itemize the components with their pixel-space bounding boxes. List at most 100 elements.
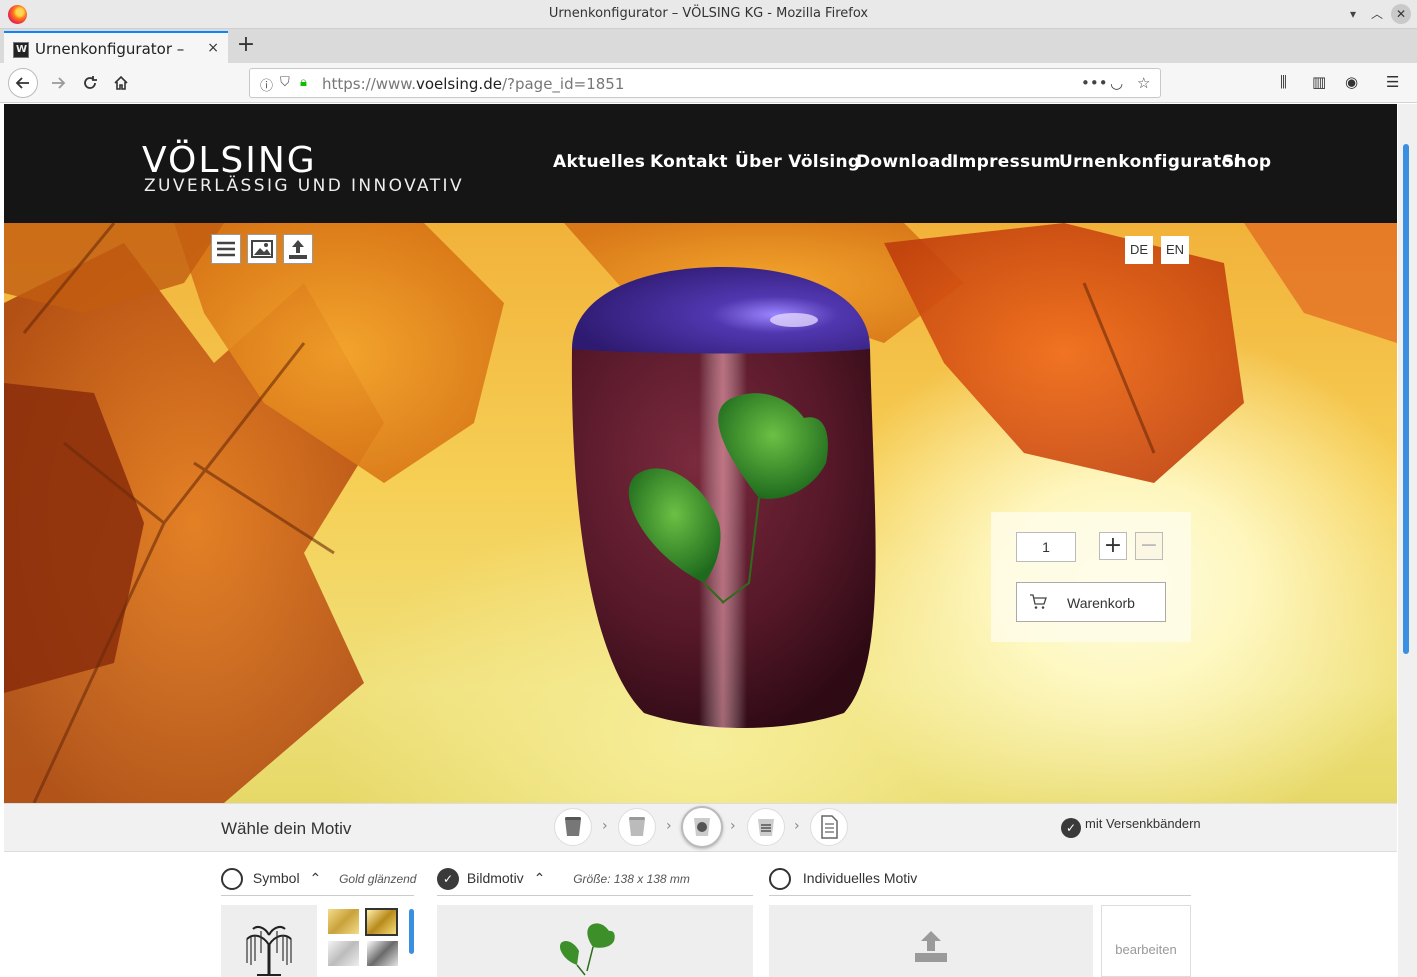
- divider: [437, 895, 753, 896]
- step-motif[interactable]: [681, 806, 723, 848]
- step-arrow-icon: ›: [602, 818, 608, 834]
- increase-quantity-button[interactable]: +: [1099, 532, 1127, 560]
- site-logo[interactable]: VÖLSING: [142, 140, 317, 181]
- page-viewport: VÖLSING ZUVERLÄSSIG UND INNOVATIV Aktuel…: [4, 104, 1397, 977]
- account-icon[interactable]: ◉: [1345, 73, 1358, 91]
- menu-item-shop[interactable]: Shop: [1222, 152, 1271, 172]
- ginkgo-motif-thumbnail: [559, 923, 615, 976]
- cart-panel: 1 + − Warenkorb: [991, 512, 1191, 642]
- reload-button[interactable]: [75, 68, 105, 98]
- menu-item-download[interactable]: Download: [856, 152, 953, 172]
- swatch-gold-glaenzend[interactable]: [365, 908, 398, 936]
- info-icon[interactable]: ⓘ: [260, 75, 273, 94]
- minimize-icon[interactable]: ▾: [1343, 4, 1363, 24]
- upload-icon[interactable]: [283, 234, 313, 264]
- reload-icon: [84, 76, 97, 89]
- bildmotiv-size-label: Größe: 138 x 138 mm: [573, 871, 690, 886]
- page-scrollbar[interactable]: [1398, 104, 1417, 977]
- background-image-icon[interactable]: [247, 234, 277, 264]
- window-title: Urnenkonfigurator – VÖLSING KG - Mozilla…: [548, 6, 869, 21]
- tab-strip: Urnenkonfigurator – × +: [0, 29, 1417, 63]
- step-arrow-icon: ›: [794, 818, 800, 834]
- cart-button-label: Warenkorb: [1067, 595, 1135, 611]
- step-urn-color[interactable]: [618, 808, 656, 846]
- menu-item-impressum[interactable]: Impressum: [952, 152, 1061, 172]
- lock-icon[interactable]: 🔒︎: [300, 75, 307, 90]
- upload-icon: [915, 931, 947, 962]
- chevron-up-icon[interactable]: ⌃: [309, 870, 321, 886]
- back-button[interactable]: [8, 68, 38, 98]
- bildmotiv-label: Bildmotiv: [466, 869, 524, 886]
- step-summary[interactable]: [810, 808, 848, 846]
- quantity-input[interactable]: 1: [1016, 532, 1076, 562]
- versenkbaender-checkbox[interactable]: ✓ mit Versenkbändern: [1061, 816, 1201, 838]
- arrow-left-icon: [15, 77, 29, 89]
- site-header: VÖLSING ZUVERLÄSSIG UND INNOVATIV Aktuel…: [4, 104, 1397, 223]
- option-individuelles-motiv[interactable]: Individuelles Motiv: [769, 868, 917, 890]
- lang-en-button[interactable]: EN: [1161, 236, 1189, 264]
- page-actions-icon[interactable]: •••: [1081, 74, 1108, 92]
- maximize-icon[interactable]: ︿: [1367, 4, 1387, 24]
- tab-urnenkonfigurator[interactable]: Urnenkonfigurator – ×: [4, 31, 228, 63]
- option-symbol[interactable]: Symbol ⌃ Gold glänzend: [221, 868, 416, 890]
- tab-title: Urnenkonfigurator –: [35, 40, 185, 58]
- shield-icon[interactable]: ⛉: [280, 75, 290, 90]
- arrow-right-icon: [52, 77, 66, 89]
- decrease-quantity-button[interactable]: −: [1135, 532, 1163, 560]
- individuell-upload-area[interactable]: [769, 905, 1093, 977]
- close-window-icon[interactable]: ✕: [1391, 4, 1411, 24]
- step-urn-shape[interactable]: [554, 808, 592, 846]
- new-tab-button[interactable]: +: [234, 33, 258, 57]
- chevron-up-icon[interactable]: ⌃: [534, 870, 546, 886]
- swatch-silver-glaenzend[interactable]: [367, 941, 398, 966]
- divider: [769, 895, 1191, 896]
- home-button[interactable]: [106, 68, 136, 98]
- check-circle-icon: ✓: [1061, 818, 1081, 838]
- menu-item-aktuelles[interactable]: Aktuelles: [553, 152, 645, 172]
- pocket-icon[interactable]: ◡: [1110, 74, 1123, 92]
- divider: [221, 895, 414, 896]
- page-scrollbar-thumb[interactable]: [1403, 144, 1409, 654]
- symbol-preview[interactable]: [221, 905, 317, 977]
- step-engraving[interactable]: [747, 808, 785, 846]
- menu-list-icon[interactable]: [211, 234, 241, 264]
- add-to-cart-button[interactable]: Warenkorb: [1016, 582, 1166, 622]
- cart-icon: [1030, 594, 1047, 609]
- individuell-radio[interactable]: [769, 868, 791, 890]
- step-arrow-icon: ›: [730, 818, 736, 834]
- navigation-toolbar: ⓘ ⛉ 🔒︎ https://www.voelsing.de/?page_id=…: [0, 63, 1417, 103]
- swatch-silver-matt[interactable]: [328, 941, 359, 966]
- symbol-radio[interactable]: [221, 868, 243, 890]
- step-arrow-icon: ›: [666, 818, 672, 834]
- individuell-label: Individuelles Motiv: [802, 869, 918, 886]
- library-icon[interactable]: ⫼: [1280, 73, 1287, 91]
- symbol-label: Symbol: [252, 869, 300, 886]
- bildmotiv-checked-icon[interactable]: ✓: [437, 868, 459, 890]
- option-bildmotiv[interactable]: ✓ Bildmotiv ⌃ Größe: 138 x 138 mm: [437, 868, 690, 890]
- hamburger-menu-icon[interactable]: ☰: [1386, 73, 1399, 91]
- symbol-finish-grid: [317, 905, 414, 977]
- menu-item-ueber-voelsing[interactable]: Über Völsing: [735, 152, 860, 172]
- menu-item-urnenkonfigurator[interactable]: Urnenkonfigurator: [1059, 152, 1242, 172]
- forward-button[interactable]: [43, 68, 73, 98]
- steps-bar: Wähle dein Motiv › › › › ✓ mit Versenkbän…: [4, 803, 1397, 852]
- menu-item-kontakt[interactable]: Kontakt: [650, 152, 728, 172]
- steps-title: Wähle dein Motiv: [221, 819, 352, 838]
- url-text[interactable]: https://www.voelsing.de/?page_id=1851: [322, 75, 624, 93]
- sidebar-icon[interactable]: ▥: [1312, 73, 1326, 91]
- url-bar[interactable]: ⓘ ⛉ 🔒︎ https://www.voelsing.de/?page_id=…: [249, 68, 1161, 98]
- versenkbaender-label: mit Versenkbändern: [1085, 816, 1201, 831]
- bildmotiv-preview[interactable]: [437, 905, 753, 977]
- symbol-sub-label: Gold glänzend: [339, 871, 417, 886]
- home-icon: [114, 75, 128, 90]
- lang-de-button[interactable]: DE: [1125, 236, 1153, 264]
- edit-motif-button[interactable]: bearbeiten: [1101, 905, 1191, 977]
- swatch-scrollbar[interactable]: [409, 909, 414, 954]
- bookmark-star-icon[interactable]: ☆: [1137, 74, 1150, 92]
- swatch-gold-matt[interactable]: [328, 909, 359, 934]
- site-favicon-icon: [13, 42, 29, 58]
- configurator-stage: DE EN 1 + − Warenkorb: [4, 223, 1397, 803]
- site-tagline: ZUVERLÄSSIG UND INNOVATIV: [144, 176, 464, 196]
- tab-close-icon[interactable]: ×: [207, 40, 219, 56]
- willow-tree-icon: [246, 926, 292, 976]
